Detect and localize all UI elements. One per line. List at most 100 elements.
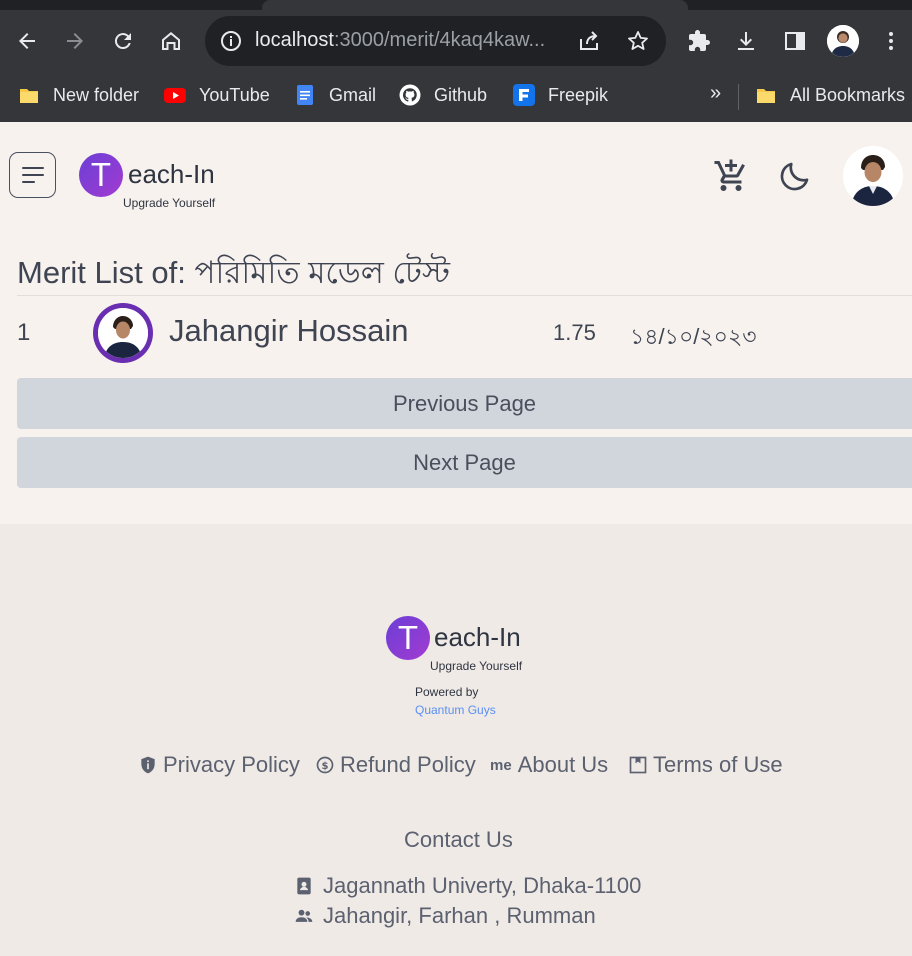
contact-address: Jagannath Univerty, Dhaka-1100	[294, 873, 641, 899]
svg-text:$: $	[322, 761, 329, 772]
all-bookmarks-button[interactable]: All Bookmarks	[755, 83, 905, 107]
side-panel-button[interactable]	[778, 24, 812, 58]
next-page-button[interactable]: Next Page	[17, 437, 912, 488]
home-button[interactable]	[154, 24, 188, 58]
cart-add-icon[interactable]	[713, 158, 749, 194]
menu-toggle-button[interactable]	[9, 152, 56, 198]
download-icon	[738, 32, 754, 50]
person-photo-icon	[843, 146, 903, 206]
browser-toolbar: localhost:3000/merit/4kaq4kaw...	[0, 10, 912, 72]
link-label: About Us	[517, 752, 609, 777]
share-icon[interactable]	[577, 29, 601, 53]
currency-exchange-icon: $	[316, 756, 334, 774]
address-bar[interactable]: localhost:3000/merit/4kaq4kaw...	[205, 16, 666, 66]
logo-wordmark: each-In	[128, 159, 215, 189]
bookmark-freepik[interactable]: Freepik	[513, 83, 608, 107]
menu-line	[21, 167, 44, 169]
student-avatar	[93, 303, 153, 363]
user-avatar[interactable]	[843, 146, 903, 206]
folder-icon	[20, 89, 38, 103]
side-panel-icon	[785, 32, 805, 50]
footer-brand-logo[interactable]: T each-In Upgrade Yourself	[386, 616, 546, 676]
privacy-policy-link[interactable]: Privacy Policy	[138, 752, 300, 778]
active-tab[interactable]	[262, 0, 688, 10]
bookmark-label: Gmail	[329, 84, 377, 105]
downloads-button[interactable]	[729, 24, 763, 58]
github-icon	[399, 84, 421, 106]
folder-icon	[757, 89, 775, 103]
student-avatar-photo	[98, 308, 148, 358]
url-host: localhost	[255, 29, 334, 51]
bookmark-gmail[interactable]: Gmail	[294, 83, 376, 107]
bookmark-github[interactable]: Github	[399, 83, 487, 107]
bookmark-star-icon[interactable]	[626, 29, 650, 53]
logo-badge: T	[79, 153, 123, 197]
person-photo-icon	[98, 308, 148, 358]
bookmark-new-folder[interactable]: New folder	[18, 83, 139, 107]
url-path: :3000/merit/4kaq4kaw...	[333, 29, 546, 51]
link-label: Privacy Policy	[163, 752, 300, 777]
package-box-icon	[629, 756, 647, 774]
app-main: T each-In Upgrade Yourself Merit List of…	[0, 122, 912, 524]
company-link[interactable]: Quantum Guys	[415, 703, 496, 717]
terms-of-use-link[interactable]: Terms of Use	[628, 752, 783, 778]
student-score: 1.75	[553, 320, 596, 345]
page-title: Merit List of: পরিমিতি মডেল টেস্ট	[17, 255, 451, 290]
exam-date: ১৪/১০/২০২৩	[630, 324, 757, 349]
logo-tagline: Upgrade Yourself	[123, 196, 216, 210]
merit-list-row: 1 Jahangir Hossain 1.75 ১৪/১০/২০২৩	[0, 298, 912, 374]
kebab-menu-icon	[889, 32, 893, 50]
docs-icon	[297, 85, 313, 105]
people-icon	[295, 909, 313, 922]
reload-button[interactable]	[106, 24, 140, 58]
menu-line	[21, 181, 35, 183]
freepik-icon	[513, 84, 535, 106]
bookmark-label: Freepik	[548, 84, 609, 105]
back-button[interactable]	[10, 24, 44, 58]
bookmarks-bar: New folder YouTube Gmail Github Freepik …	[0, 72, 912, 122]
previous-page-button[interactable]: Previous Page	[17, 378, 912, 429]
chrome-menu-button[interactable]	[874, 24, 908, 58]
extensions-button[interactable]	[682, 24, 716, 58]
link-label: Refund Policy	[340, 752, 476, 777]
refund-policy-link[interactable]: $ Refund Policy	[315, 752, 476, 778]
powered-by-label: Powered by	[415, 685, 479, 699]
footer-links: Privacy Policy $ Refund Policy me About …	[0, 752, 912, 782]
contact-book-icon	[297, 877, 311, 895]
site-footer: T each-In Upgrade Yourself Powered by Qu…	[0, 524, 912, 956]
brand-logo[interactable]: T each-In Upgrade Yourself	[79, 153, 239, 213]
bookmark-label: Github	[434, 84, 488, 105]
logo-tagline: Upgrade Yourself	[430, 659, 523, 673]
people-text: Jahangir, Farhan , Rumman	[323, 903, 596, 928]
contact-us-heading: Contact Us	[404, 827, 513, 852]
bookmark-youtube[interactable]: YouTube	[164, 83, 270, 107]
forward-button[interactable]	[58, 24, 92, 58]
contact-people: Jahangir, Farhan , Rumman	[294, 903, 596, 929]
bookmark-label: New folder	[53, 84, 140, 105]
bookmark-label: All Bookmarks	[790, 84, 906, 105]
logo-wordmark: each-In	[434, 622, 521, 652]
logo-badge: T	[386, 616, 430, 660]
dark-mode-moon-icon[interactable]	[777, 158, 813, 194]
profile-avatar[interactable]	[827, 25, 859, 57]
home-icon	[162, 32, 180, 50]
bookmark-label: YouTube	[199, 84, 270, 105]
person-photo-icon	[827, 25, 859, 57]
url-text: localhost:3000/merit/4kaq4kaw...	[255, 29, 545, 52]
reload-icon	[114, 33, 131, 50]
youtube-icon	[164, 88, 186, 103]
arrow-left-icon	[19, 33, 35, 49]
link-label: Terms of Use	[653, 752, 783, 777]
bookmarks-overflow-button[interactable]: »	[710, 82, 721, 105]
site-info-icon[interactable]	[219, 29, 243, 53]
shield-info-icon	[141, 756, 155, 774]
address-text: Jagannath Univerty, Dhaka-1100	[323, 873, 642, 898]
me-icon: me	[490, 756, 512, 774]
student-name: Jahangir Hossain	[169, 313, 409, 348]
menu-line	[21, 174, 44, 176]
arrow-right-icon	[67, 33, 83, 49]
about-us-link[interactable]: me About Us	[490, 752, 608, 778]
bookmarks-divider	[738, 84, 739, 110]
merit-rank: 1	[17, 319, 31, 346]
title-divider	[17, 295, 912, 296]
